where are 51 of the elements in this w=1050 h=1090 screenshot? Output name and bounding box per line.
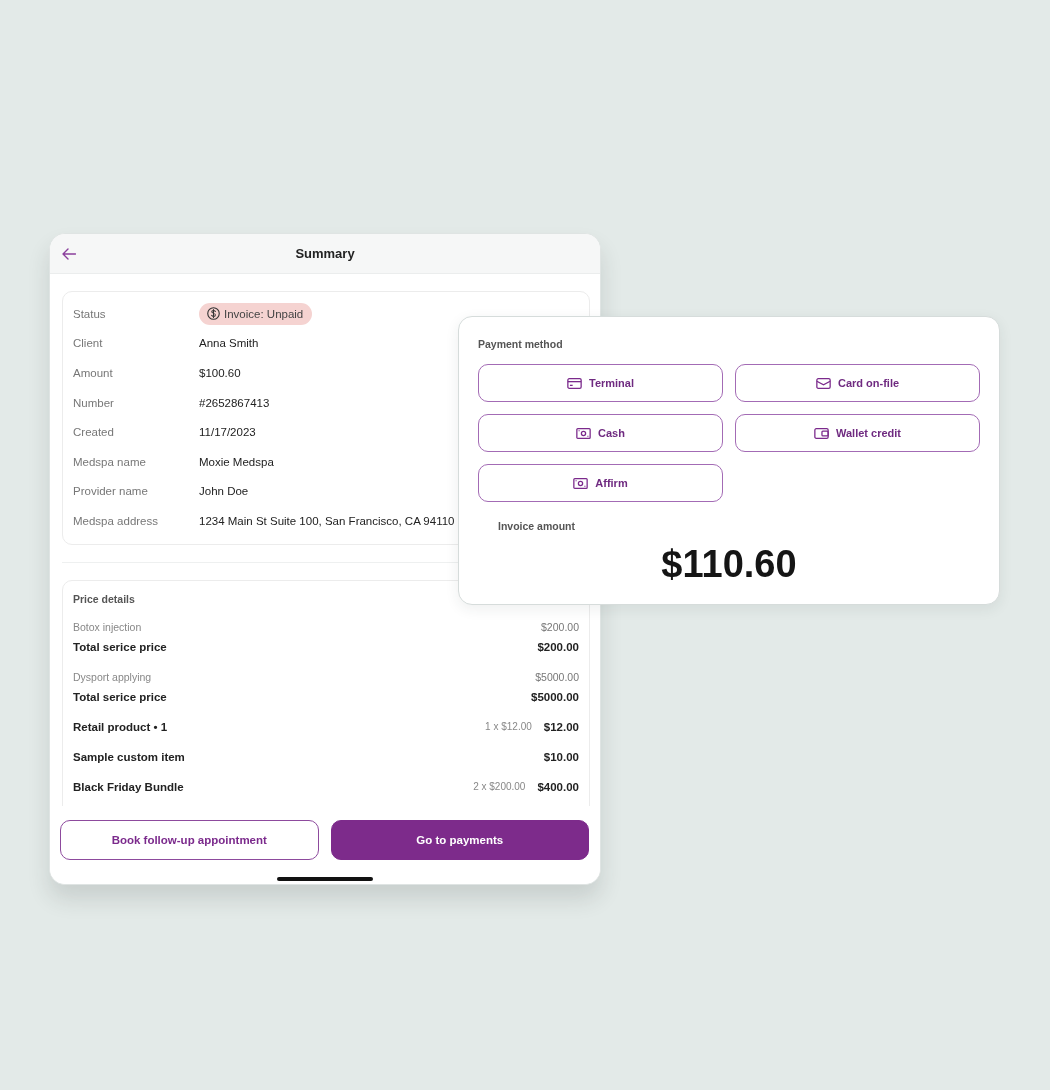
detail-value: 1234 Main St Suite 100, San Francisco, CA 94110 xyxy=(199,514,455,527)
item-price: $200.00 xyxy=(541,620,579,633)
detail-label: Number xyxy=(73,396,115,409)
detail-value: 11/17/2023 xyxy=(199,426,256,439)
total-label: Total serice price xyxy=(73,690,168,703)
book-appointment-button[interactable]: Book follow-up appointment xyxy=(60,820,319,860)
screen-title: Summary xyxy=(295,246,355,261)
service-name: Botox injection xyxy=(73,620,143,633)
invoice-amount-label: Invoice amount xyxy=(498,519,576,533)
payment-method-button[interactable]: Terminal xyxy=(478,364,723,402)
payment-method-button[interactable]: Affirm xyxy=(478,464,723,502)
payment-method-button[interactable]: Card on-file xyxy=(735,364,980,402)
item-price: $5000.00 xyxy=(535,670,579,683)
item-name: Black Friday Bundle xyxy=(73,780,185,793)
dollar-icon xyxy=(207,307,220,321)
detail-label: Medspa address xyxy=(73,514,160,527)
total-price: $5000.00 xyxy=(531,690,579,703)
quantity-text: 2 x $200.00 xyxy=(473,781,526,793)
quantity-text: 1 x $12.00 xyxy=(485,721,532,733)
service-name: Dysport applying xyxy=(73,670,153,683)
item-price: $10.00 xyxy=(543,750,579,763)
detail-value: #2652867413 xyxy=(199,396,270,409)
detail-label: Provider name xyxy=(73,485,149,498)
banknote-icon xyxy=(576,427,592,439)
payment-method-button[interactable]: Cash xyxy=(478,414,723,452)
back-arrow-icon[interactable] xyxy=(62,247,76,260)
detail-label: Medspa name xyxy=(73,455,147,468)
payment-method-button[interactable]: Wallet credit xyxy=(735,414,980,452)
detail-label: Amount xyxy=(73,367,114,379)
item-price: $12.00 xyxy=(543,720,579,733)
total-price: $200.00 xyxy=(537,640,579,653)
item-price: $400.00 xyxy=(537,780,579,793)
detail-value: Moxie Medspa xyxy=(199,455,274,468)
detail-label: Client xyxy=(73,337,104,350)
total-label: Total serice price xyxy=(73,640,168,653)
payment-method-title: Payment method xyxy=(478,337,564,351)
price-details-title: Price details xyxy=(73,591,136,607)
status-text: Invoice: Unpaid xyxy=(224,307,304,320)
detail-value: $100.60 xyxy=(199,367,241,379)
item-name: Sample custom item xyxy=(73,750,186,763)
envelope-icon xyxy=(815,377,831,389)
wallet-icon xyxy=(814,427,829,439)
go-to-payments-button[interactable]: Go to payments xyxy=(330,820,589,860)
item-name: Retail product • 1 xyxy=(73,720,169,733)
detail-label: Created xyxy=(73,426,115,439)
banknote-icon xyxy=(573,477,589,489)
card-icon xyxy=(567,377,582,389)
detail-value: Anna Smith xyxy=(199,337,259,350)
detail-label: Status xyxy=(73,307,107,320)
invoice-amount: $110.60 xyxy=(661,542,797,586)
detail-value: John Doe xyxy=(199,485,249,498)
